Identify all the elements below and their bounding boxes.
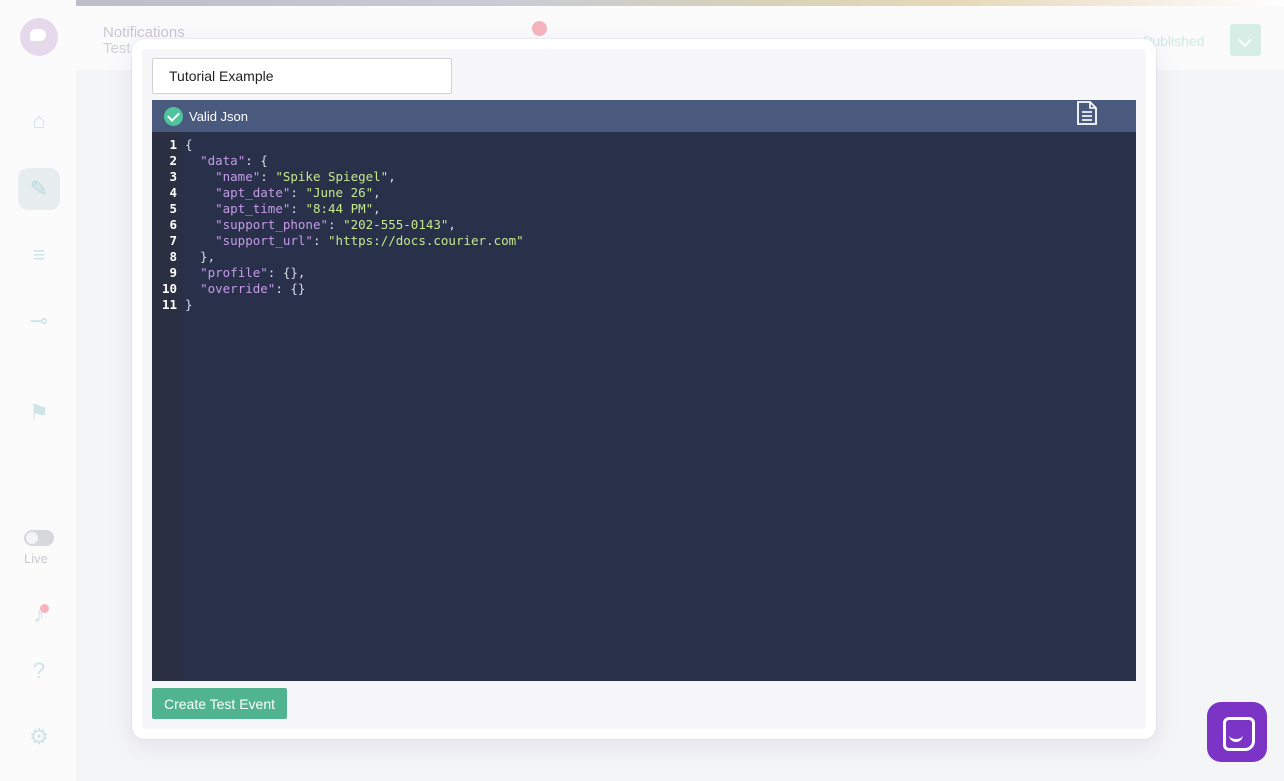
line-number: 1 xyxy=(169,137,177,152)
database-icon[interactable]: ≡ xyxy=(18,234,60,276)
code-line[interactable]: "support_url": "https://docs.courier.com… xyxy=(185,233,524,249)
home-icon[interactable]: ⌂ xyxy=(18,100,60,142)
live-label: Live xyxy=(24,551,48,566)
line-number: 8 xyxy=(169,249,177,264)
code-line[interactable]: } xyxy=(185,297,193,313)
logo[interactable] xyxy=(20,18,58,56)
code-line[interactable]: "profile": {}, xyxy=(185,265,305,281)
bell-icon[interactable]: ♪ xyxy=(18,594,60,636)
code-line[interactable]: "support_phone": "202-555-0143", xyxy=(185,217,456,233)
line-number: 6 xyxy=(169,217,177,232)
create-test-event-button[interactable]: Create Test Event xyxy=(152,688,287,719)
validation-status: Valid Json xyxy=(189,109,249,124)
gear-icon[interactable]: ⚙ xyxy=(18,716,60,758)
code-line[interactable]: }, xyxy=(185,249,215,265)
code-line[interactable]: "apt_date": "June 26", xyxy=(185,185,381,201)
code-line[interactable]: "apt_time": "8:44 PM", xyxy=(185,201,381,217)
check-circle-icon xyxy=(164,107,183,126)
flag-icon[interactable]: ⚑ xyxy=(18,392,60,434)
line-number: 4 xyxy=(169,185,177,200)
sidebar: ⌂ ✎ ≡ ⊸ ⚑ Live ♪ ? ⚙ xyxy=(0,0,76,781)
live-toggle[interactable] xyxy=(24,530,54,546)
code-line[interactable]: { xyxy=(185,137,193,153)
line-number: 2 xyxy=(169,153,177,168)
editor-header xyxy=(152,100,1136,132)
copy-icon[interactable] xyxy=(1076,101,1098,125)
alert-icon xyxy=(532,21,547,36)
line-number: 11 xyxy=(161,297,177,312)
line-number: 7 xyxy=(169,233,177,248)
line-number: 9 xyxy=(169,265,177,280)
code-line[interactable]: "name": "Spike Spiegel", xyxy=(185,169,396,185)
palette-icon[interactable]: ✎ xyxy=(18,168,60,210)
event-name-input[interactable] xyxy=(152,58,452,94)
code-line[interactable]: "data": { xyxy=(185,153,268,169)
line-number: 10 xyxy=(161,281,177,296)
chat-icon[interactable] xyxy=(1207,702,1267,762)
plug-icon[interactable]: ⊸ xyxy=(18,300,60,342)
code-line[interactable]: "override": {} xyxy=(185,281,305,297)
line-number: 3 xyxy=(169,169,177,184)
help-icon[interactable]: ? xyxy=(18,650,60,692)
line-number: 5 xyxy=(169,201,177,216)
publish-dropdown-button[interactable] xyxy=(1230,24,1261,56)
breadcrumb-test: Test xyxy=(103,40,131,57)
notification-dot xyxy=(40,604,49,613)
